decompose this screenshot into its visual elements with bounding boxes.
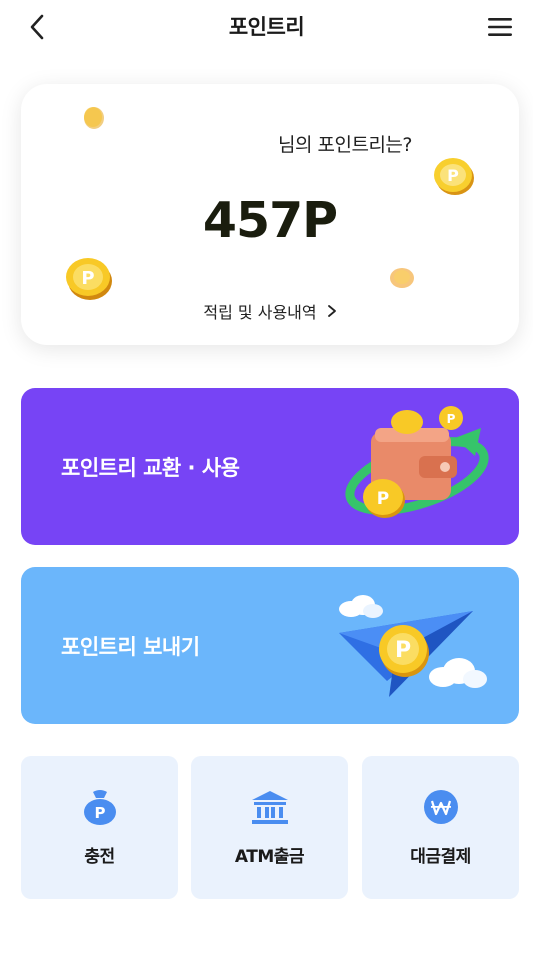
history-link[interactable]: 적립 및 사용내역 [21, 299, 519, 323]
coin-icon [84, 107, 104, 129]
tile-payment-label: 대금결제 [410, 847, 471, 867]
svg-text:P: P [447, 412, 456, 426]
app-root: 포인트리 P P 님의 포인트리는? 457P 적립 및 사용내역 포인트리 교… [0, 0, 533, 953]
point-balance: 457P [202, 192, 338, 249]
exchange-use-card[interactable]: 포인트리 교환 · 사용 P P [21, 388, 519, 545]
tile-charge[interactable]: P 충전 [21, 756, 178, 899]
page-title: 포인트리 [228, 15, 305, 39]
balance-card: P P 님의 포인트리는? 457P 적립 및 사용내역 [21, 84, 519, 345]
hamburger-menu-icon [488, 18, 512, 36]
chevron-right-icon [327, 305, 336, 317]
header: 포인트리 [0, 0, 533, 54]
wallet-coins-illustration: P P [345, 406, 489, 518]
svg-text:P: P [447, 166, 459, 185]
tile-atm-withdraw[interactable]: ATM출금 [191, 756, 348, 899]
menu-button[interactable] [485, 12, 515, 42]
history-link-label: 적립 및 사용내역 [203, 303, 317, 322]
coin-icon [390, 268, 414, 288]
send-points-label: 포인트리 보내기 [61, 634, 200, 659]
send-points-card[interactable]: 포인트리 보내기 P [21, 567, 519, 724]
tile-charge-label: 충전 [84, 847, 115, 867]
exchange-use-label: 포인트리 교환 · 사용 [61, 455, 240, 480]
paper-plane-coin-illustration: P [339, 595, 487, 697]
bank-icon [251, 791, 288, 824]
tile-atm-withdraw-label: ATM출금 [234, 847, 305, 867]
svg-text:P: P [94, 804, 105, 822]
won-coin-icon [423, 790, 458, 824]
balance-label: 님의 포인트리는? [278, 134, 413, 156]
money-bag-icon: P [83, 790, 116, 825]
tile-payment[interactable]: 대금결제 [362, 756, 519, 899]
coin-icon: P [66, 258, 112, 300]
svg-text:P: P [377, 489, 389, 509]
svg-text:P: P [395, 638, 411, 663]
svg-text:P: P [81, 268, 94, 289]
